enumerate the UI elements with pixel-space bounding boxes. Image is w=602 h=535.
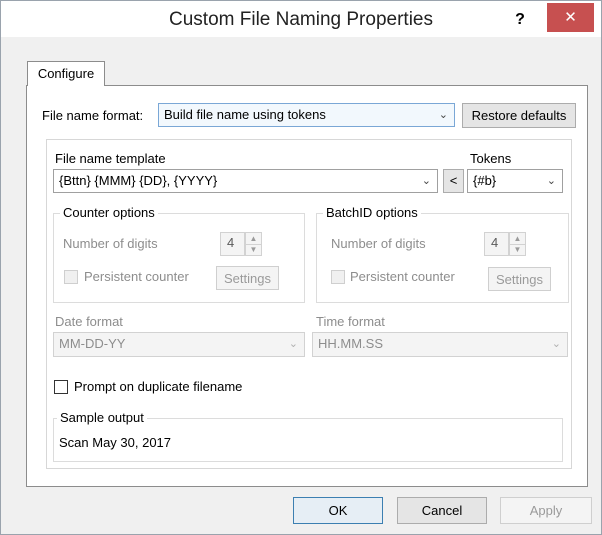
date-format-select[interactable]: MM-DD-YY ⌄	[53, 332, 305, 357]
batchid-settings-button[interactable]: Settings	[488, 267, 551, 291]
batchid-digits-field[interactable]: 4	[484, 232, 509, 256]
file-name-template-value: {Bttn} {MMM} {DD}, {YYYY}	[59, 173, 218, 188]
chevron-down-icon: ⌄	[438, 109, 448, 121]
configure-panel: File name format: Build file name using …	[26, 85, 588, 487]
sample-output-title: Sample output	[57, 410, 147, 425]
tokens-label: Tokens	[470, 151, 512, 166]
prompt-duplicate-label: Prompt on duplicate filename	[74, 379, 243, 394]
chevron-down-icon: ⌄	[546, 175, 556, 187]
close-icon: ✕	[564, 9, 577, 26]
dialog-window: Custom File Naming Properties ? ✕ Config…	[0, 0, 602, 535]
counter-options-title: Counter options	[60, 205, 158, 220]
counter-persistent-label: Persistent counter	[84, 269, 189, 284]
date-format-label: Date format	[55, 314, 123, 329]
batchid-options-title: BatchID options	[323, 205, 421, 220]
counter-persistent-checkbox[interactable]	[64, 270, 78, 284]
batchid-digits-label: Number of digits	[331, 236, 426, 251]
close-button[interactable]: ✕	[547, 3, 594, 32]
tokens-select[interactable]: {#b} ⌄	[467, 169, 563, 193]
help-button[interactable]: ?	[509, 8, 531, 32]
counter-options-group: Counter options Number of digits 4 ▲ ▼ P…	[53, 205, 305, 303]
template-area: File name template {Bttn} {MMM} {DD}, {Y…	[46, 139, 572, 469]
batchid-persistent-checkbox[interactable]	[331, 270, 345, 284]
time-format-label: Time format	[316, 314, 385, 329]
file-name-format-value: Build file name using tokens	[164, 107, 326, 122]
tab-configure[interactable]: Configure	[27, 61, 105, 86]
chevron-down-icon: ⌄	[288, 338, 298, 350]
restore-defaults-button[interactable]: Restore defaults	[462, 103, 576, 128]
title-bar: Custom File Naming Properties ? ✕	[1, 1, 601, 37]
insert-token-button[interactable]: <	[443, 169, 464, 193]
spin-down-icon[interactable]: ▼	[510, 244, 525, 255]
counter-digits-label: Number of digits	[63, 236, 158, 251]
batchid-persistent-label: Persistent counter	[350, 269, 455, 284]
time-format-value: HH.MM.SS	[318, 336, 383, 351]
sample-output-value: Scan May 30, 2017	[59, 435, 172, 450]
sample-output-box: Sample output Scan May 30, 2017	[53, 410, 563, 462]
apply-button[interactable]: Apply	[500, 497, 592, 524]
chevron-down-icon: ⌄	[551, 338, 561, 350]
date-format-value: MM-DD-YY	[59, 336, 126, 351]
file-name-template-input[interactable]: {Bttn} {MMM} {DD}, {YYYY} ⌄	[53, 169, 438, 193]
counter-digits-field[interactable]: 4	[220, 232, 245, 256]
tokens-value: {#b}	[473, 173, 497, 188]
batchid-options-group: BatchID options Number of digits 4 ▲ ▼ P…	[316, 205, 569, 303]
prompt-duplicate-checkbox[interactable]	[54, 380, 68, 394]
cancel-button[interactable]: Cancel	[397, 497, 487, 524]
counter-settings-button[interactable]: Settings	[216, 266, 279, 290]
file-name-format-select[interactable]: Build file name using tokens ⌄	[158, 103, 455, 127]
ok-button[interactable]: OK	[293, 497, 383, 524]
counter-digits-spinner[interactable]: ▲ ▼	[245, 232, 262, 256]
chevron-down-icon: ⌄	[421, 175, 431, 187]
batchid-digits-spinner[interactable]: ▲ ▼	[509, 232, 526, 256]
file-name-format-label: File name format:	[42, 108, 144, 123]
time-format-select[interactable]: HH.MM.SS ⌄	[312, 332, 568, 357]
file-name-template-label: File name template	[55, 151, 166, 166]
spin-down-icon[interactable]: ▼	[246, 244, 261, 255]
